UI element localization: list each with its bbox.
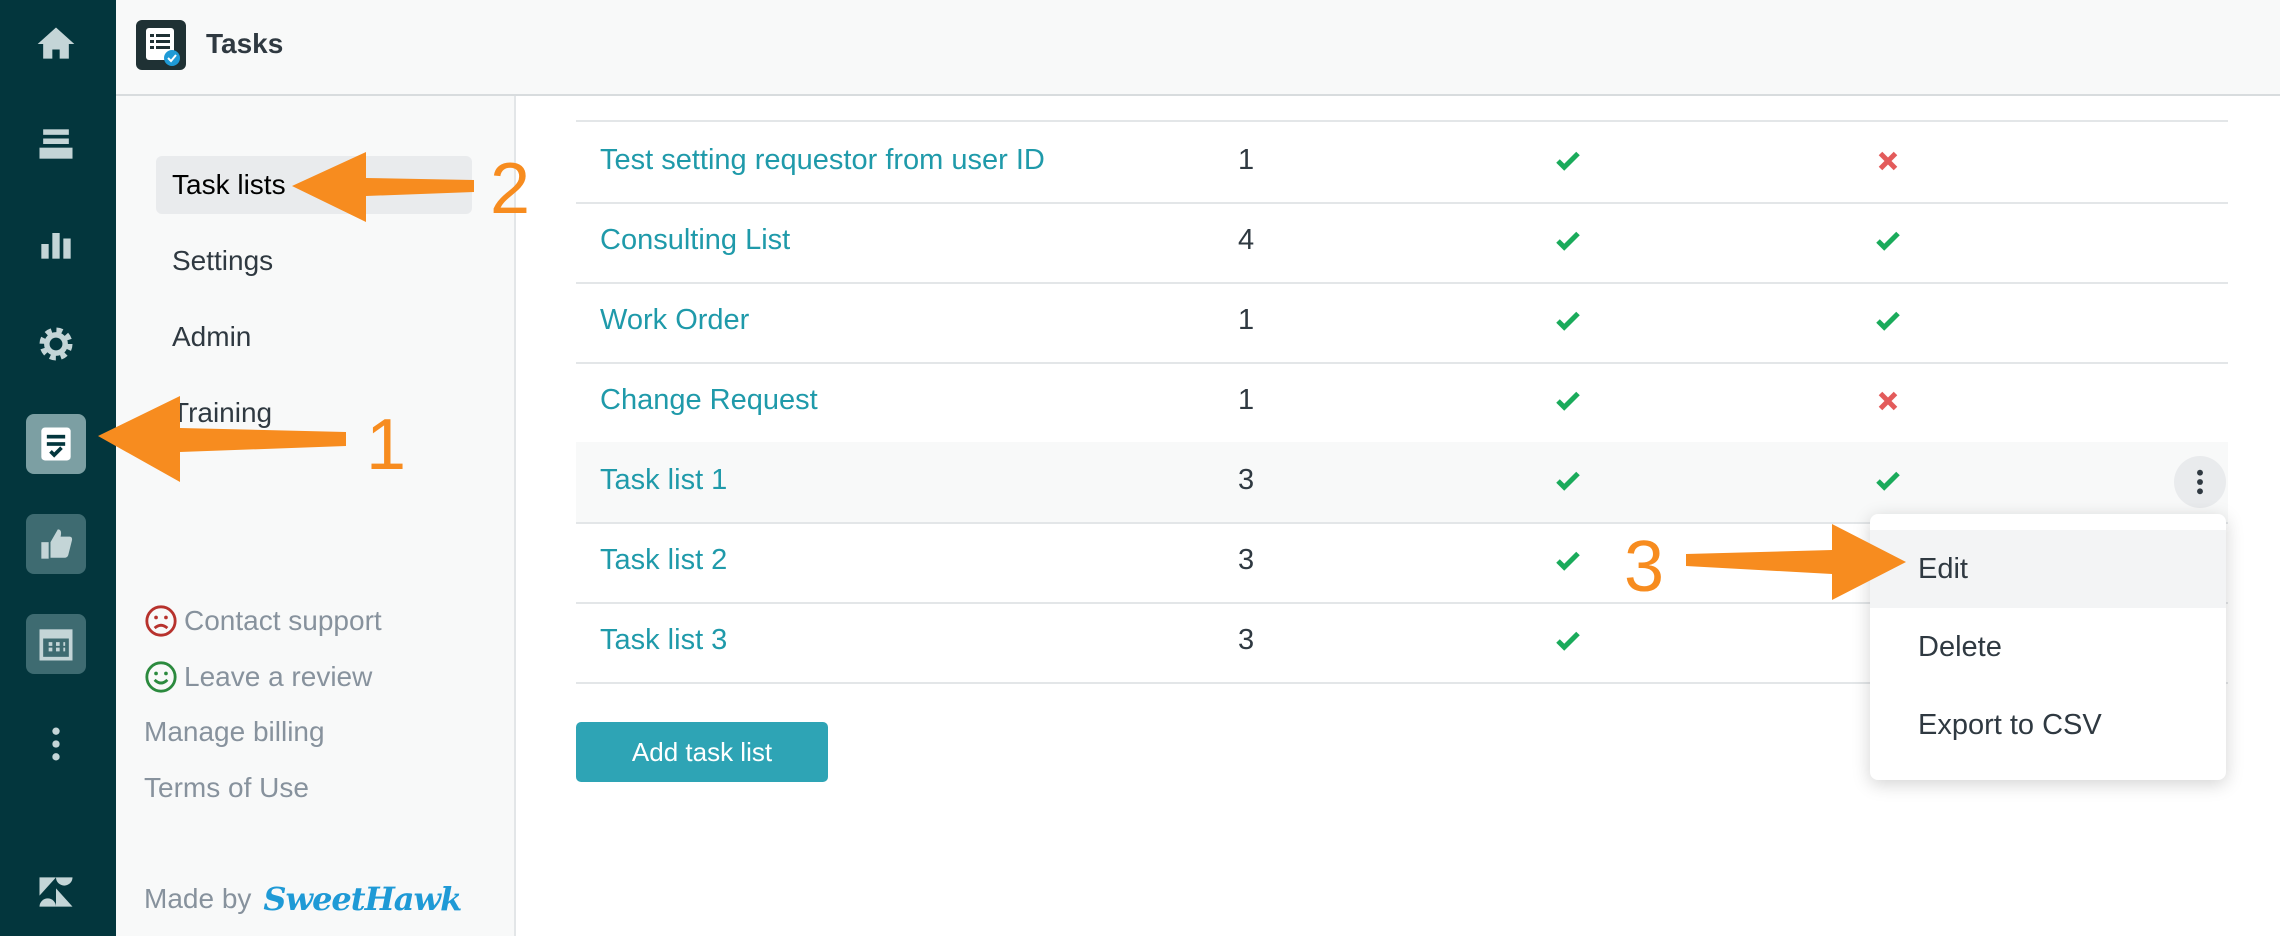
menu-item-delete[interactable]: Delete <box>1870 608 2226 686</box>
calendar-icon[interactable] <box>26 614 86 674</box>
thumbs-up-icon[interactable] <box>26 514 86 574</box>
reporting-icon[interactable] <box>26 214 86 274</box>
task-list-name-link[interactable]: Consulting List <box>600 224 790 257</box>
check-icon <box>1556 551 1580 571</box>
table-row[interactable]: Work Order 1 <box>576 282 2228 364</box>
check-icon <box>1876 231 1900 251</box>
check-icon <box>1876 311 1900 331</box>
smiley-face-icon <box>145 661 177 693</box>
tasks-app-icon <box>136 20 186 70</box>
terms-of-use-link[interactable]: Terms of Use <box>144 772 309 804</box>
task-list-name-link[interactable]: Test setting requestor from user ID <box>600 144 1045 177</box>
task-count: 4 <box>1238 224 1255 256</box>
home-icon[interactable] <box>26 14 86 74</box>
task-list-name-link[interactable]: Change Request <box>600 384 818 417</box>
nav-item-settings[interactable]: Settings <box>156 232 472 290</box>
add-task-list-button[interactable]: Add task list <box>576 722 828 782</box>
task-count: 1 <box>1238 304 1255 336</box>
app-title: Tasks <box>206 28 284 59</box>
nav-item-admin[interactable]: Admin <box>156 308 472 366</box>
secondary-nav: Task lists Settings Admin Training Conta… <box>116 96 516 936</box>
check-icon <box>1556 231 1580 251</box>
menu-item-edit[interactable]: Edit <box>1870 530 2226 608</box>
contact-support-label: Contact support <box>184 605 382 636</box>
task-list-name-link[interactable]: Task list 3 <box>600 624 727 657</box>
made-by-footer: Made by SweetHawk <box>144 880 462 918</box>
table-row[interactable]: Consulting List 4 <box>576 202 2228 284</box>
task-count: 1 <box>1238 144 1255 176</box>
more-vertical-icon <box>2197 469 2203 495</box>
table-row-partial <box>576 40 2228 122</box>
nav-item-task-lists[interactable]: Task lists <box>156 156 472 214</box>
manage-billing-label: Manage billing <box>144 716 325 747</box>
check-icon <box>1556 311 1580 331</box>
sad-face-icon <box>145 605 177 637</box>
sweethawk-logo[interactable]: SweetHawk <box>263 880 462 918</box>
task-count: 3 <box>1238 464 1255 496</box>
leave-review-link[interactable]: Leave a review <box>144 660 372 694</box>
terms-of-use-label: Terms of Use <box>144 772 309 803</box>
step-1-label: 1 <box>366 405 407 485</box>
task-count: 3 <box>1238 624 1255 656</box>
tasks-icon[interactable] <box>26 414 86 474</box>
task-count: 1 <box>1238 384 1255 416</box>
zendesk-logo-icon[interactable] <box>26 862 86 922</box>
check-icon <box>1556 471 1580 491</box>
table-row[interactable]: Test setting requestor from user ID 1 <box>576 122 2228 204</box>
menu-item-export-csv[interactable]: Export to CSV <box>1870 686 2226 764</box>
task-list-name-link[interactable]: Task list 1 <box>600 464 727 497</box>
contact-support-link[interactable]: Contact support <box>144 604 382 638</box>
table-row[interactable]: Task list 1 3 <box>576 442 2228 524</box>
check-icon <box>1556 391 1580 411</box>
product-rail <box>0 0 116 936</box>
check-icon <box>1556 631 1580 651</box>
task-list-name-link[interactable]: Task list 2 <box>600 544 727 577</box>
nav-item-training[interactable]: Training <box>156 384 472 442</box>
admin-gear-icon[interactable] <box>26 314 86 374</box>
manage-billing-link[interactable]: Manage billing <box>144 716 325 748</box>
step-3-label: 3 <box>1624 527 1665 607</box>
check-icon <box>1556 151 1580 171</box>
row-context-menu: Edit Delete Export to CSV <box>1870 514 2226 780</box>
views-icon[interactable] <box>26 114 86 174</box>
task-list-name-link[interactable]: Work Order <box>600 304 749 337</box>
table-row[interactable]: Change Request 1 <box>576 362 2228 444</box>
more-vertical-icon[interactable] <box>26 714 86 774</box>
row-options-button[interactable] <box>2174 456 2226 508</box>
made-by-label: Made by <box>144 883 252 914</box>
step-2-label: 2 <box>490 149 531 229</box>
cross-icon <box>1878 391 1898 411</box>
leave-review-label: Leave a review <box>184 661 373 692</box>
check-icon <box>1876 471 1900 491</box>
cross-icon <box>1878 151 1898 171</box>
task-count: 3 <box>1238 544 1255 576</box>
